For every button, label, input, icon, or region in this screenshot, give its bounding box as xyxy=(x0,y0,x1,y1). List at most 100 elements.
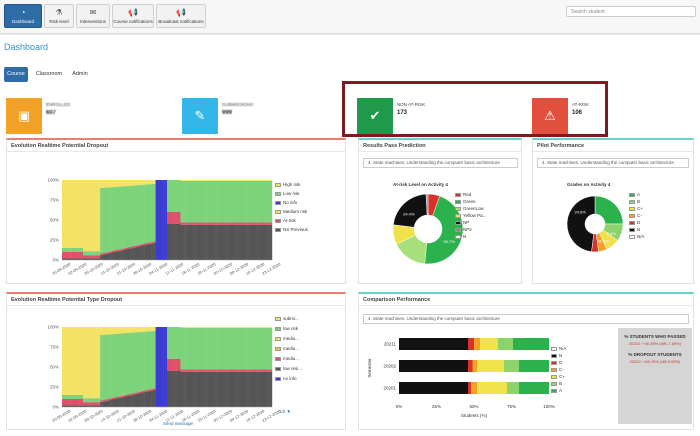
bar-segment xyxy=(241,327,244,370)
legend-item: A xyxy=(551,388,562,393)
bar-segment xyxy=(228,327,231,328)
bar-segment xyxy=(84,180,88,252)
activity-select-comparison[interactable]: 4. State machines. Understanding the com… xyxy=(363,314,689,324)
activity-select-pilot[interactable]: 4. State machines. Understanding the com… xyxy=(537,158,689,168)
bar-segment xyxy=(251,224,254,260)
bar-segment xyxy=(172,371,175,407)
bar-segment xyxy=(151,243,154,260)
activity-select-pass[interactable]: 4. State machines. Understanding the com… xyxy=(363,158,518,168)
pie-slice xyxy=(567,196,596,252)
nav-dashboard-button[interactable]: ◔ Dashboard xyxy=(4,4,42,28)
nav-course-notifications-button[interactable]: 📢 Course notifications xyxy=(112,4,154,28)
send-message-link[interactable]: Send message xyxy=(163,421,193,426)
bar-segment xyxy=(254,180,257,181)
bar-segment xyxy=(168,180,172,212)
nav-broadcast-notifications-button[interactable]: 📢 Broadcast notifications xyxy=(156,4,206,28)
bar-segment xyxy=(207,327,210,328)
bar-segment xyxy=(191,222,194,225)
x-tick-label: 23-12-2020 xyxy=(261,261,282,276)
bar-segment xyxy=(222,327,225,370)
bar-segment xyxy=(237,371,240,407)
tab-admin[interactable]: Admin xyxy=(68,67,92,82)
bar-segment xyxy=(138,327,141,333)
legend-swatch xyxy=(275,316,281,321)
comparison-summary-panel: % STUDENTS WHO PASSED 20202: +40.39% (di… xyxy=(618,328,692,424)
legend-label: GreenLow xyxy=(463,206,484,211)
bar-segment xyxy=(184,222,187,225)
legend-swatch xyxy=(275,209,281,214)
bar-segment xyxy=(132,394,135,407)
bar-segment xyxy=(201,371,204,407)
bar-segment xyxy=(151,241,154,244)
nav-interventions-button[interactable]: ✉ Interventions xyxy=(76,4,110,28)
tab-course[interactable]: Course xyxy=(4,67,28,82)
search-student-input[interactable]: Search student xyxy=(566,6,696,17)
bar-segment xyxy=(146,391,149,407)
y-axis-label: Semester xyxy=(367,358,372,378)
bar-segment xyxy=(199,327,202,328)
bar-segment xyxy=(235,369,238,372)
bar-segment xyxy=(191,327,194,370)
bar-segment xyxy=(243,369,246,372)
bar-segment xyxy=(262,371,265,407)
bar-segment xyxy=(134,247,137,260)
bar-segment xyxy=(104,334,107,400)
bar-segment xyxy=(235,224,238,260)
bar-segment xyxy=(140,391,143,393)
bar-segment xyxy=(115,180,118,187)
bar-segment xyxy=(268,327,271,370)
bar-segment xyxy=(105,327,109,335)
bar-segment xyxy=(268,224,271,260)
bar-segment xyxy=(142,327,145,332)
bar-segment xyxy=(224,327,227,328)
y-tick-label: 100% xyxy=(47,325,59,330)
bar-segment xyxy=(252,224,256,260)
pager[interactable]: 1/2 ▼ xyxy=(279,409,291,414)
pass-prediction-pie: 24.4% 50.7% xyxy=(393,194,463,264)
bar-segment xyxy=(109,180,112,188)
bar-segment xyxy=(83,402,86,406)
bar-segment xyxy=(205,180,208,181)
bar-segment xyxy=(224,369,227,372)
bar-segment xyxy=(513,338,549,350)
pilot-chart-title: Grades on Activity 4 xyxy=(567,182,611,187)
bar-segment xyxy=(186,224,189,260)
bar-segment xyxy=(111,252,114,260)
bar-segment xyxy=(96,255,99,259)
bar-segment xyxy=(115,398,118,407)
bar-segment xyxy=(105,399,109,401)
bar-segment xyxy=(113,250,116,253)
bar-segment xyxy=(88,255,91,259)
bar-segment xyxy=(132,246,135,248)
bar-segment xyxy=(226,369,229,372)
bar-segment xyxy=(115,327,118,334)
bar-segment xyxy=(203,327,206,328)
bar-segment xyxy=(134,185,137,246)
bar-segment xyxy=(107,187,110,252)
bar-segment xyxy=(231,327,235,370)
nav-risk-level-button[interactable]: ⚗ Risk level xyxy=(44,4,74,28)
bar-segment xyxy=(144,327,147,332)
bar-segment xyxy=(214,224,217,260)
bar-segment xyxy=(126,185,130,248)
bar-segment xyxy=(260,180,263,223)
legend-label: submi... xyxy=(283,316,299,321)
legend-label: N xyxy=(637,227,641,232)
bar-segment xyxy=(167,327,170,359)
bar-segment xyxy=(153,389,156,407)
bar-segment xyxy=(81,180,84,248)
bar-segment xyxy=(214,327,217,370)
tab-classroom[interactable]: Classroom xyxy=(34,67,64,82)
bar-segment xyxy=(180,369,183,372)
legend-swatch xyxy=(551,346,557,351)
bar-segment xyxy=(262,327,265,328)
bar-segment xyxy=(100,400,103,403)
bar-segment xyxy=(176,224,179,260)
pie-slice xyxy=(594,196,623,225)
bar-segment xyxy=(270,369,273,372)
bar-segment xyxy=(165,180,168,260)
bar-segment xyxy=(132,332,135,394)
legend-label: mediu... xyxy=(283,346,300,351)
bar-segment xyxy=(174,212,177,224)
bar-segment xyxy=(84,327,88,399)
